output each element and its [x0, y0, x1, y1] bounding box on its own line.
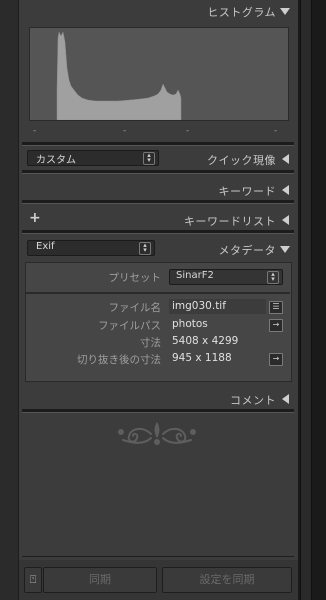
keywording-title: キーワード — [218, 185, 276, 198]
comments-title: コメント — [230, 394, 276, 407]
histogram-curve — [56, 31, 182, 121]
expand-triangle-icon[interactable] — [282, 185, 289, 195]
go-to-folder-arrow-icon[interactable]: → — [269, 319, 283, 332]
metadata-field-value: 5408 x 4299 — [172, 335, 239, 347]
histogram-header[interactable]: ヒストグラム — [19, 0, 298, 22]
histogram-ticks: - - - - — [29, 126, 287, 136]
metadata-title: メタデータ — [218, 244, 276, 257]
metadata-header[interactable]: メタデータ — [19, 238, 298, 260]
up-down-arrows-icon: ▴ ▾ — [267, 271, 279, 284]
collapse-triangle-icon[interactable] — [280, 8, 290, 15]
right-panel: ヒストグラム - - - - カスタム ▴ ▾ クイック現像 キーワード + キー… — [19, 0, 298, 600]
metadata-preset-divider — [25, 292, 290, 294]
histogram-tick: - — [123, 126, 127, 136]
sync-button[interactable]: 同期 — [43, 567, 157, 593]
section-divider — [22, 409, 294, 413]
metadata-field-label: 寸法 — [140, 337, 161, 349]
section-divider — [22, 142, 294, 146]
metadata-preset-value: SinarF2 — [176, 270, 214, 281]
metadata-preset-dropdown[interactable]: SinarF2 ▴ ▾ — [169, 269, 283, 285]
metadata-field-value: 945 x 1188 — [172, 352, 232, 364]
left-panel-edge — [0, 0, 19, 600]
histogram-tick: - — [274, 126, 278, 136]
histogram-graph — [29, 27, 289, 121]
quick-develop-title: クイック現像 — [207, 154, 276, 167]
metadata-field-label: ファイルパス — [98, 320, 161, 332]
section-divider — [22, 230, 294, 234]
collapse-triangle-icon[interactable] — [280, 246, 290, 253]
quick-develop-header[interactable]: クイック現像 — [19, 148, 298, 170]
keywording-header[interactable]: キーワード — [19, 179, 298, 201]
histogram-tick: - — [186, 126, 190, 136]
panel-scrollbar[interactable] — [300, 0, 312, 600]
metadata-field-label: ファイル名 — [108, 302, 162, 314]
histogram-title: ヒストグラム — [207, 6, 276, 19]
end-ornament-icon — [118, 421, 196, 445]
list-icon[interactable]: ☰ — [269, 301, 283, 314]
footer-divider — [22, 556, 294, 557]
section-divider — [22, 200, 294, 204]
histogram-tick: - — [33, 126, 37, 136]
sync-settings-button[interactable]: 設定を同期 — [162, 567, 292, 593]
crop-arrow-icon[interactable]: → — [269, 353, 283, 366]
metadata-field-value: photos — [172, 318, 208, 330]
expand-triangle-icon[interactable] — [282, 394, 289, 404]
metadata-preset-label: プリセット — [108, 272, 162, 284]
panel-toggle-switch[interactable]: ⍞ — [24, 567, 42, 593]
comments-header[interactable]: コメント — [19, 388, 298, 410]
keyword-list-title: キーワードリスト — [184, 215, 276, 228]
expand-triangle-icon[interactable] — [282, 154, 289, 164]
keyword-list-header[interactable]: + キーワードリスト — [19, 209, 298, 231]
section-divider — [22, 170, 294, 174]
metadata-field-label: 切り抜き後の寸法 — [77, 354, 161, 366]
expand-triangle-icon[interactable] — [282, 215, 289, 225]
metadata-field-value: img030.tif — [172, 300, 226, 312]
add-keyword-icon[interactable]: + — [29, 210, 41, 226]
